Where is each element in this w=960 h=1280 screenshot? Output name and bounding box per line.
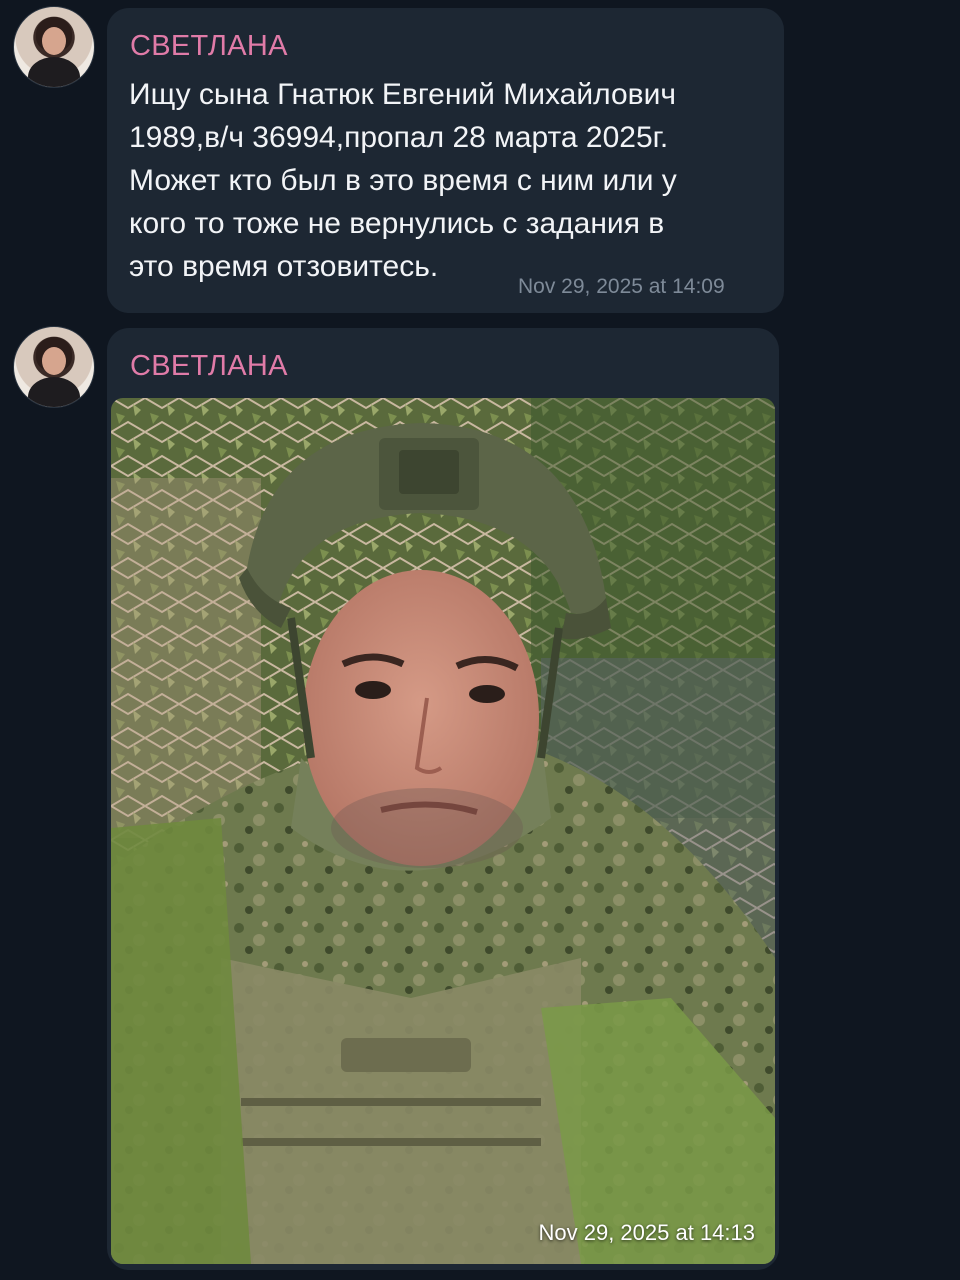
message-bubble[interactable]: СВЕТЛАНА Ищу сына Гнатюк Евгений Михайло…	[107, 8, 784, 313]
sender-avatar[interactable]	[13, 6, 95, 88]
message-text: Ищу сына Гнатюк Евгений Михайлович 1989,…	[129, 78, 677, 283]
sender-name[interactable]: СВЕТЛАНА	[130, 350, 288, 383]
soldier-photo	[111, 398, 775, 1264]
message-photo[interactable]: Nov 29, 2025 at 14:13	[111, 398, 775, 1264]
photo-timestamp: Nov 29, 2025 at 14:13	[538, 1220, 756, 1245]
message-timestamp: Nov 29, 2025 at 14:09	[518, 275, 725, 298]
sender-name[interactable]: СВЕТЛАНА	[130, 30, 288, 63]
chat-view: СВЕТЛАНА Ищу сына Гнатюк Евгений Михайло…	[0, 0, 960, 1280]
sender-avatar[interactable]	[13, 326, 95, 408]
